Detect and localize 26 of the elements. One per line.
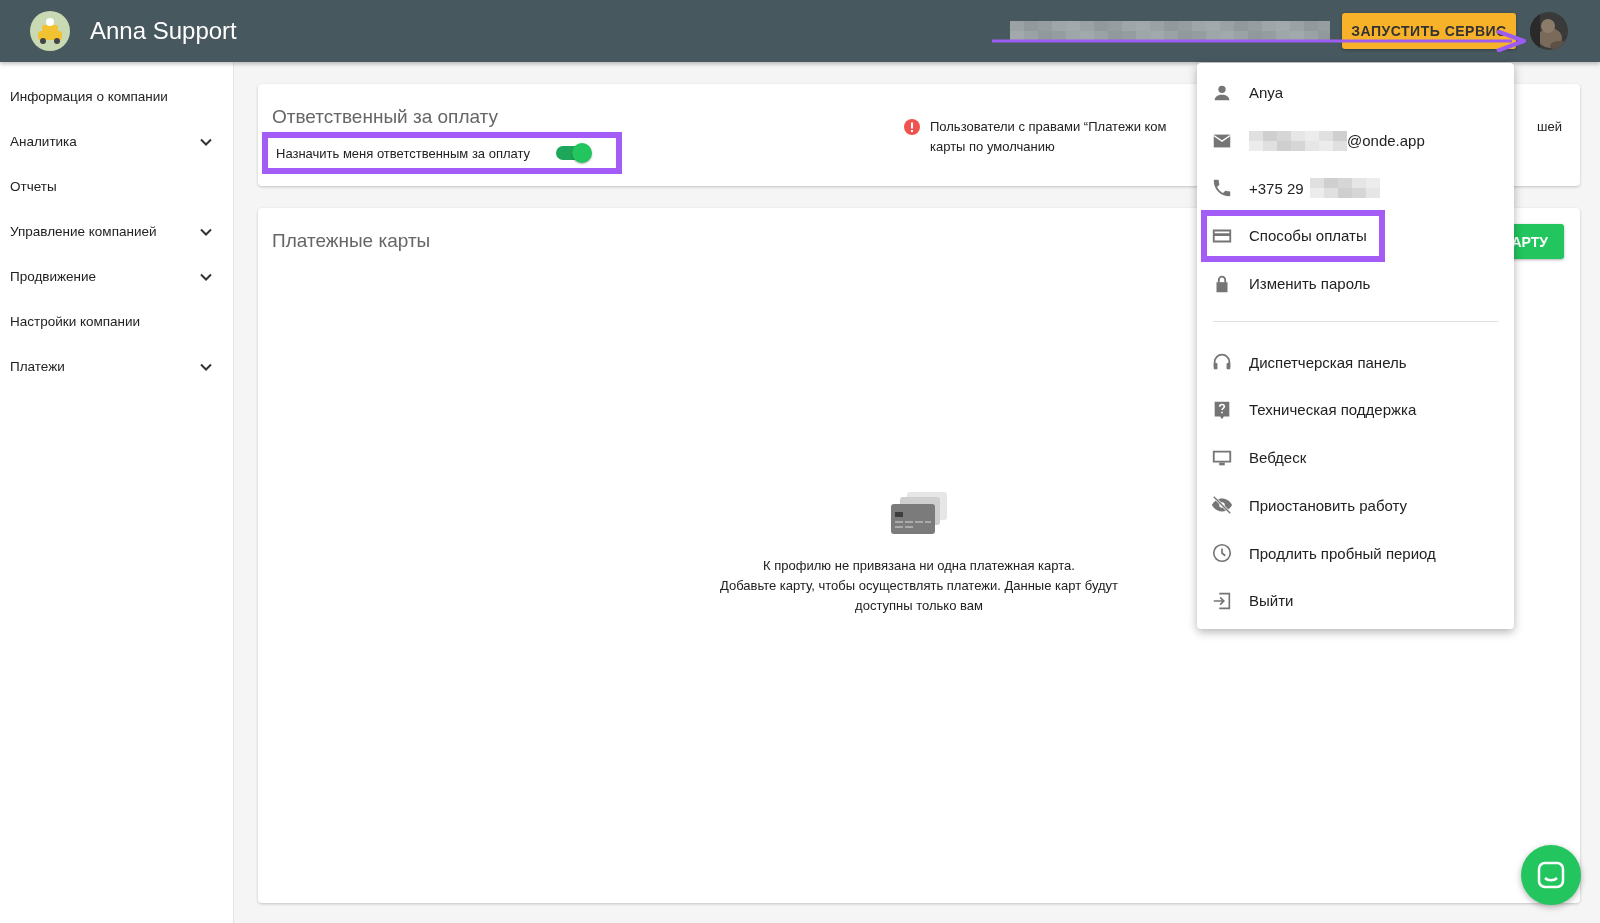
start-service-button[interactable]: ЗАПУСТИТЬ СЕРВИС [1342, 13, 1516, 49]
card-title: Ответственный за оплату [272, 106, 500, 128]
sidebar-item[interactable]: Аналитика [0, 119, 233, 164]
menu-item[interactable]: Приостановить работу [1249, 496, 1408, 514]
menu-item[interactable]: Изменить пароль [1249, 275, 1371, 293]
menu-item[interactable]: Техническая поддержка [1249, 401, 1417, 419]
sidebar-item[interactable]: Платежи [0, 344, 233, 389]
menu-item[interactable]: Диспетчерская панель [1249, 353, 1407, 371]
menu-item[interactable]: @onde.app [1249, 130, 1425, 151]
sidebar-item[interactable]: Настройки компании [0, 299, 233, 344]
warning-text: шей [1537, 118, 1562, 136]
warning-text: Пользователи с правами “Платежи ком карты по умолчанию [930, 118, 1167, 156]
menu-item[interactable]: Способы оплаты [1249, 227, 1367, 245]
menu-item[interactable]: Anya [1249, 84, 1284, 102]
sidebar-item[interactable]: Управление компанией [0, 209, 233, 254]
sidebar-item[interactable]: Отчеты [0, 164, 233, 209]
menu-item[interactable]: Вебдеск [1249, 449, 1307, 467]
menu-item[interactable]: +375 29 [1249, 178, 1380, 199]
menu-item[interactable]: Выйти [1249, 592, 1294, 610]
sidebar-item[interactable]: Продвижение [0, 254, 233, 299]
app-title: Anna Support [90, 17, 237, 45]
card-title: Платежные карты [272, 230, 431, 252]
menu-item[interactable]: Продлить пробный период [1249, 544, 1436, 562]
toggle-label: Назначить меня ответственным за оплату [276, 145, 531, 161]
sidebar-item[interactable]: Информация о компании [0, 74, 233, 119]
empty-state-text: К профилю не привязана ни одна платежная карта. Добавьте карту, чтобы осуществлять платежи. Данные карт будут доступны только вам [720, 557, 1118, 615]
